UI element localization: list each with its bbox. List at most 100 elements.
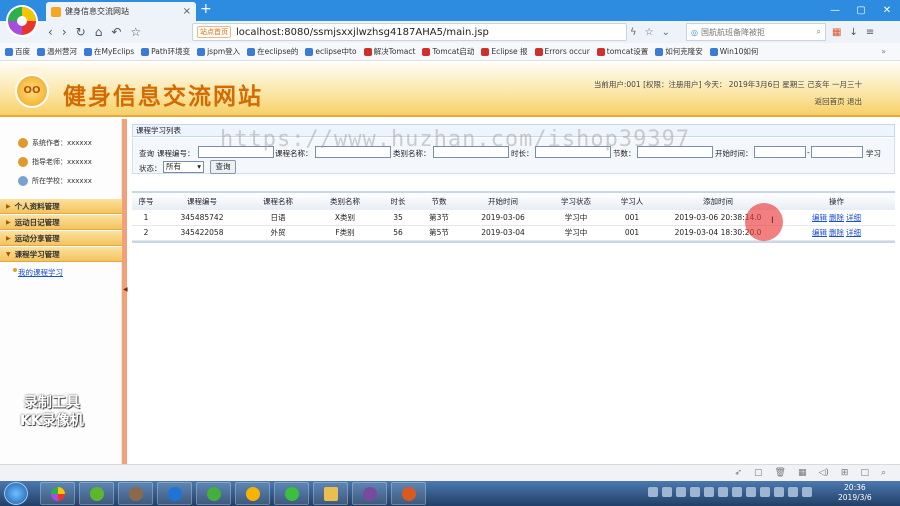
collapse-arrow-icon[interactable]: ◀ — [123, 286, 128, 293]
taskbar-app[interactable] — [118, 482, 153, 505]
taskbar-app[interactable] — [391, 482, 426, 505]
forward-icon[interactable]: › — [62, 25, 67, 39]
maximize-button[interactable]: ▢ — [848, 0, 874, 21]
bookmark-item[interactable]: Eclipse 报 — [481, 46, 528, 57]
bookmark-item[interactable]: eclipse中to — [305, 46, 357, 57]
tray-icon[interactable] — [788, 487, 798, 497]
square-icon[interactable]: □ — [860, 468, 869, 478]
home-link[interactable]: 返回首页 — [815, 97, 845, 106]
system-clock[interactable]: 20:36 2019/3/6 — [838, 483, 872, 503]
app-icon — [206, 486, 221, 501]
bookmark-item[interactable]: 在MyEclips — [84, 46, 134, 57]
tray-icon[interactable] — [774, 487, 784, 497]
bookmarks-more-button[interactable]: » — [881, 47, 900, 56]
query-button[interactable]: 查询 — [210, 160, 236, 174]
bookmark-item[interactable]: 温州营河 — [37, 46, 77, 57]
close-window-button[interactable]: ✕ — [874, 0, 900, 21]
start-time-to-input[interactable] — [811, 146, 863, 158]
bookmark-item[interactable]: Tomcat启动 — [422, 46, 474, 57]
menu-group-diary[interactable]: ▶ 运动日记管理 — [0, 215, 122, 230]
tab-close-icon[interactable]: × — [183, 6, 191, 17]
menu-group-share[interactable]: ▶ 运动分享管理 — [0, 231, 122, 246]
table-cell: 学习中 — [546, 210, 606, 226]
tray-icon[interactable] — [662, 487, 672, 497]
edit-link[interactable]: 编辑 — [812, 213, 827, 222]
browser-logo-icon[interactable] — [8, 7, 36, 35]
start-time-from-input[interactable] — [754, 146, 806, 158]
trash-icon[interactable]: 🗑 — [775, 468, 786, 478]
taskbar-app[interactable] — [196, 482, 231, 505]
taskbar-app[interactable] — [40, 482, 75, 505]
tray-icon[interactable] — [690, 487, 700, 497]
window-icon[interactable]: ▢ — [754, 468, 763, 478]
star-icon[interactable]: ☆ — [130, 25, 141, 39]
zoom-icon[interactable]: ⌕ — [881, 468, 886, 478]
address-bar[interactable]: 站点首页 localhost:8080/ssmjsxxjlwzhsg4187AH… — [192, 23, 627, 41]
tray-icon[interactable] — [802, 487, 812, 497]
taskbar-app[interactable] — [274, 482, 309, 505]
grid-icon[interactable]: ▦ — [798, 468, 807, 478]
tray-icon[interactable] — [676, 487, 686, 497]
tray-icon[interactable] — [718, 487, 728, 497]
detail-link[interactable]: 详细 — [846, 228, 861, 237]
taskbar-app[interactable] — [157, 482, 192, 505]
taskbar-app[interactable] — [235, 482, 270, 505]
tray-icon[interactable] — [746, 487, 756, 497]
status-select[interactable]: 所有 — [163, 161, 204, 173]
detail-link[interactable]: 详细 — [846, 213, 861, 222]
bookmark-item[interactable]: Path环境变 — [141, 46, 190, 57]
new-tab-button[interactable]: + — [200, 1, 212, 17]
bookmark-item[interactable]: Errors occur — [534, 47, 590, 56]
delete-link[interactable]: 删除 — [829, 228, 844, 237]
taskbar-app[interactable] — [79, 482, 114, 505]
table-cell: 2 — [132, 225, 160, 241]
menu-group-profile[interactable]: ▶ 个人资料管理 — [0, 199, 122, 214]
site-logo-icon: OO — [15, 74, 49, 108]
bookmark-icon — [422, 47, 431, 56]
bookmarks-bar: 百度 温州营河 在MyEclips Path环境变 jspm登入 在eclips… — [0, 43, 900, 61]
bookmark-item[interactable]: Win10如何 — [709, 46, 758, 57]
reload-icon[interactable]: ↻ — [76, 25, 86, 39]
search-box[interactable]: ◎ 国航航班备降被拒 ⌕ — [686, 23, 826, 41]
bookmark-star-icon[interactable]: ☆ — [645, 27, 654, 38]
logout-link[interactable]: 退出 — [847, 97, 862, 106]
folder-icon — [323, 486, 338, 501]
bookmark-item[interactable]: jspm登入 — [197, 46, 240, 57]
home-icon[interactable]: ⌂ — [95, 25, 103, 39]
minimize-button[interactable]: — — [822, 0, 848, 21]
undo-icon[interactable]: ↶ — [111, 25, 121, 39]
tray-icon[interactable] — [704, 487, 714, 497]
bookmark-item[interactable]: 百度 — [5, 46, 30, 57]
bookmark-icon — [197, 47, 206, 56]
menu-group-course[interactable]: ▼ 课程学习管理 — [0, 247, 122, 262]
edit-link[interactable]: 编辑 — [812, 228, 827, 237]
tray-icon[interactable] — [732, 487, 742, 497]
menu-icon[interactable]: ≡ — [866, 27, 874, 38]
speaker-icon[interactable]: ◁) — [818, 468, 828, 478]
author-info: 系统作者：xxxxxx — [18, 133, 121, 152]
site-badge[interactable]: 站点首页 — [197, 26, 231, 38]
start-button[interactable] — [4, 482, 28, 505]
bookmark-item[interactable]: 解决Tomact — [363, 46, 415, 57]
apps-icon[interactable]: ▦ — [832, 27, 841, 38]
bookmark-item[interactable]: 在eclipse的 — [247, 46, 298, 57]
bookmark-item[interactable]: 如何克隆安 — [655, 46, 703, 57]
taskbar-app[interactable] — [352, 482, 387, 505]
sidebar-item-my-course[interactable]: 我的课程学习 — [18, 267, 63, 278]
search-icon[interactable]: ⌕ — [817, 27, 821, 37]
split-icon[interactable]: ⊞ — [841, 468, 849, 478]
rocket-icon[interactable]: ➶ — [734, 468, 742, 478]
search-input[interactable]: 国航航班备降被拒 — [701, 27, 765, 38]
url-text[interactable]: localhost:8080/ssmjsxxjlwzhsg4187AHA5/ma… — [236, 27, 489, 38]
bookmark-item[interactable]: tomcat设置 — [596, 46, 648, 57]
delete-link[interactable]: 删除 — [829, 213, 844, 222]
lightning-icon[interactable]: ϟ — [630, 27, 637, 38]
chevron-down-icon[interactable]: ⌄ — [662, 27, 670, 38]
back-icon[interactable]: ‹ — [48, 25, 53, 39]
tray-icon[interactable] — [648, 487, 658, 497]
download-icon[interactable]: ↓ — [849, 27, 857, 38]
taskbar-app[interactable] — [313, 482, 348, 505]
tray-icon[interactable] — [760, 487, 770, 497]
browser-tab-active[interactable]: 健身信息交流网站 × — [46, 2, 196, 21]
table-cell: 外贸 — [244, 225, 312, 241]
